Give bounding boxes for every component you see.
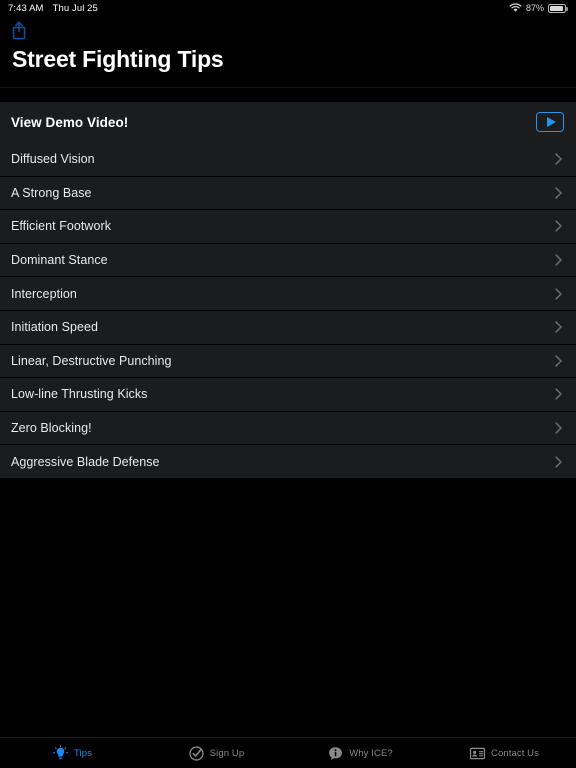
tip-row-label: Efficient Footwork [11,219,112,234]
tab-label: Contact Us [491,747,539,759]
tip-row-label: Diffused Vision [11,151,95,166]
tip-row[interactable]: Zero Blocking! [0,410,576,445]
chevron-right-icon [555,153,562,165]
info-bubble-icon [329,746,343,760]
tip-row[interactable]: Initiation Speed [0,309,576,344]
tips-list: View Demo Video! Diffused Vision A Strong… [0,88,576,478]
view-demo-video-label: View Demo Video! [11,114,129,130]
tip-row[interactable]: Low-line Thrusting Kicks [0,377,576,411]
wifi-icon [509,3,522,12]
share-icon[interactable] [10,20,28,40]
share-row [0,18,576,42]
tab-contact-us[interactable]: Contact Us [432,738,576,768]
app-screen: 7:43 AM Thu Jul 25 87% Street Fighting T… [0,0,576,768]
contact-card-icon [469,747,486,759]
page-header: Street Fighting Tips [0,16,576,88]
battery-icon [548,3,568,13]
status-bar-date: Thu Jul 25 [52,2,98,14]
status-bar-time: 7:43 AM [8,2,44,14]
empty-content-area [0,477,576,737]
lightbulb-icon [52,744,69,759]
chevron-right-icon [555,455,562,468]
chevron-right-icon [555,321,562,333]
check-circle-icon [189,745,204,761]
chevron-right-icon [555,254,562,266]
tip-row[interactable]: Diffused Vision [0,142,576,176]
tab-why-ice[interactable]: Why ICE? [288,738,432,768]
tip-row-label: Interception [11,286,77,301]
tab-label: Sign Up [209,747,245,759]
chevron-right-icon [555,422,562,434]
status-bar-right: 87% [509,3,568,13]
tip-row-label: Linear, Destructive Punching [11,353,172,368]
chevron-right-icon [555,388,562,401]
tab-label: Tips [74,747,92,759]
chevron-right-icon [555,355,562,367]
tip-row-label: Aggressive Blade Defense [11,454,160,469]
tip-row-label: Low-line Thrusting Kicks [11,387,148,402]
tip-row-label: Initiation Speed [11,320,98,335]
status-bar: 7:43 AM Thu Jul 25 87% [0,0,576,16]
tab-bar: Tips Sign Up Why ICE? Contact Us [0,737,576,768]
tip-row[interactable]: A Strong Base [0,175,576,210]
tip-row[interactable]: Efficient Footwork [0,209,576,243]
tip-row[interactable]: Dominant Stance [0,242,576,277]
tip-row-label: A Strong Base [11,185,92,200]
tip-row-label: Zero Blocking! [11,421,92,436]
page-title: Street Fighting Tips [12,46,224,72]
chevron-right-icon [555,287,562,300]
tip-row[interactable]: Interception [0,276,576,310]
tip-row[interactable]: Aggressive Blade Defense [0,444,576,478]
tab-sign-up[interactable]: Sign Up [144,738,288,768]
chevron-right-icon [555,187,562,199]
tab-tips[interactable]: Tips [0,738,144,768]
view-demo-video-row[interactable]: View Demo Video! [0,102,576,142]
play-icon[interactable] [536,112,564,132]
status-bar-left: 7:43 AM Thu Jul 25 [8,3,98,14]
tip-row[interactable]: Linear, Destructive Punching [0,343,576,378]
tip-row-label: Dominant Stance [11,253,108,268]
tab-label: Why ICE? [349,747,393,759]
chevron-right-icon [555,220,562,233]
battery-percent-label: 87% [525,3,544,13]
